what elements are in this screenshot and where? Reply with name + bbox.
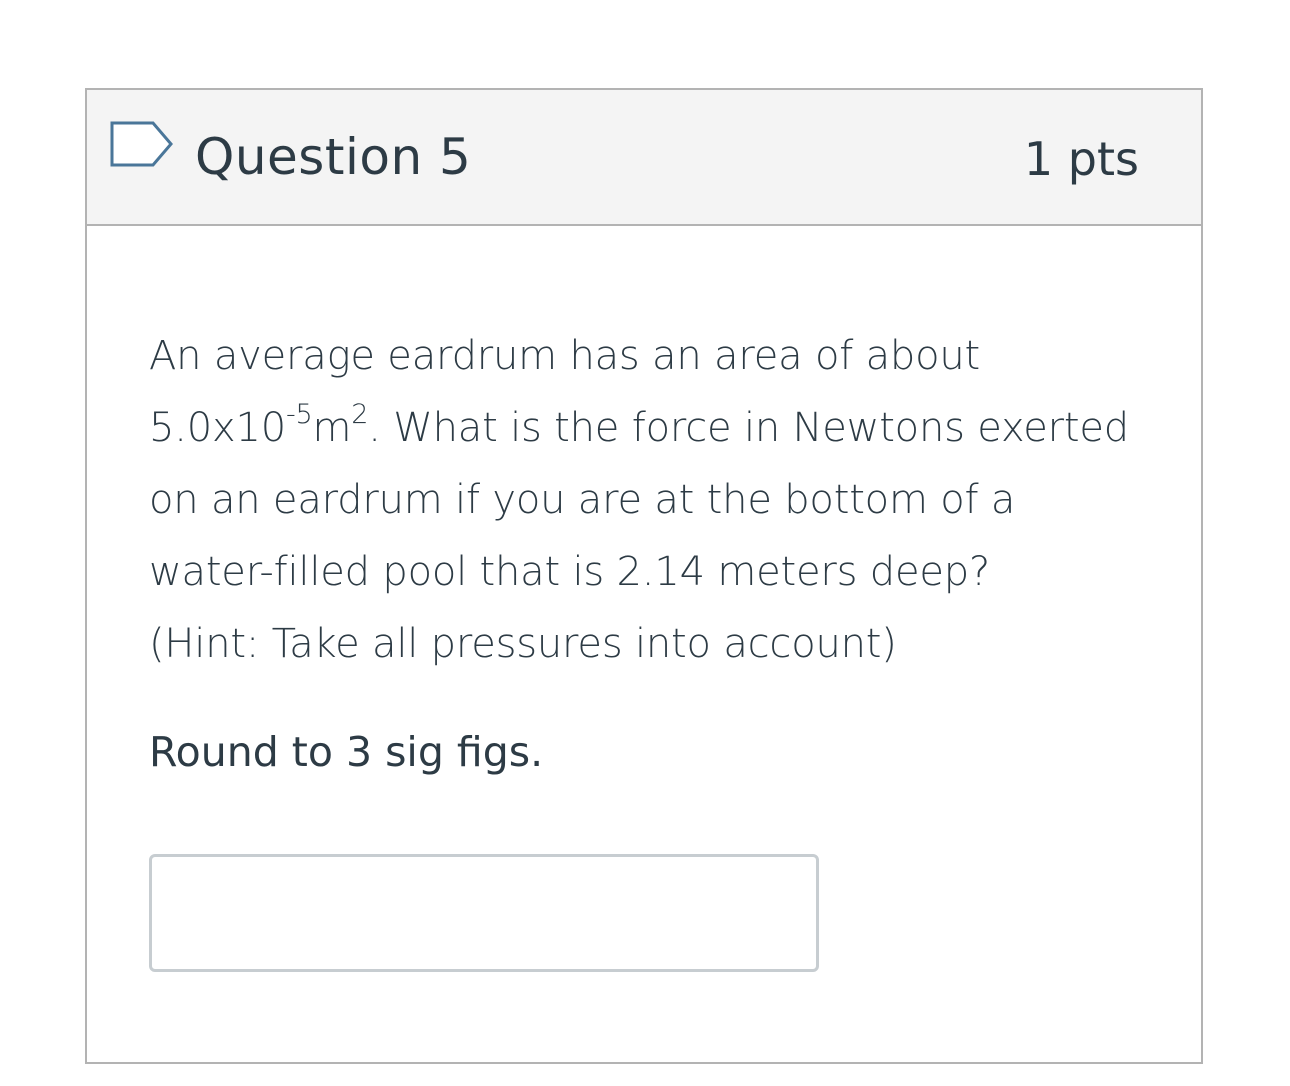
question-text-line1: An average eardrum has an area of about [149,333,981,379]
question-text-rest: . What is the force in Newtons exerted o… [149,405,1129,595]
question-header: Question 5 1 pts [87,90,1201,226]
question-card: Question 5 1 pts An average eardrum has … [85,88,1203,1064]
answer-input[interactable] [149,854,819,972]
question-hint: (Hint: Take all pressures into account) [149,621,897,667]
question-body: An average eardrum has an area of about … [149,320,1139,788]
question-text: An average eardrum has an area of about … [149,320,1139,680]
area-unit: m [312,405,352,451]
rounding-instruction: Round to 3 sig figs. [149,728,544,776]
question-title: Question 5 [195,128,472,186]
unit-exponent: 2 [351,398,369,430]
bookmark-flag-icon[interactable] [109,120,175,174]
area-value: 5.0x10 [149,405,286,451]
question-points: 1 pts [1023,132,1139,186]
area-exponent: -5 [285,398,313,430]
